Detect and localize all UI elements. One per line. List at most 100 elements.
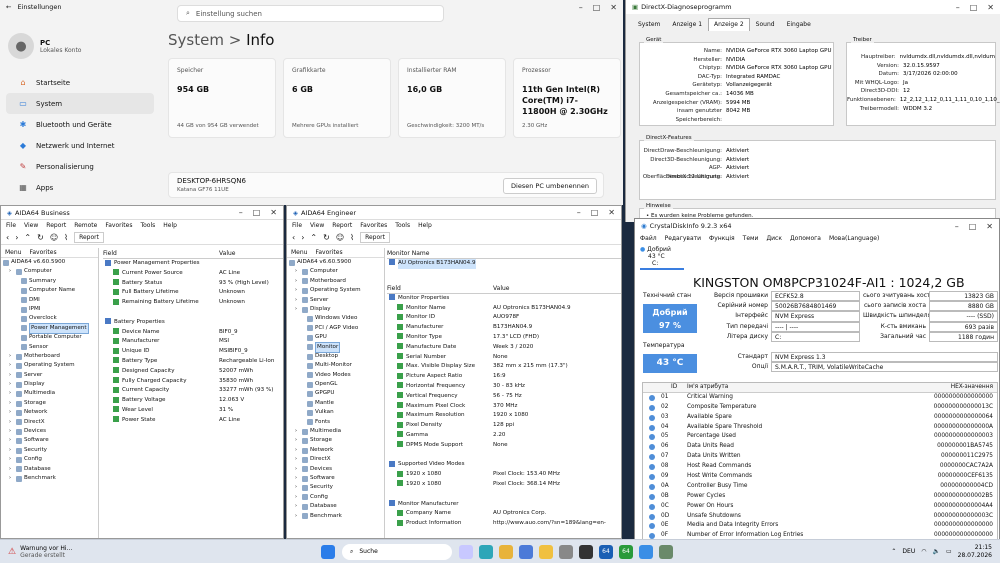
menu-help[interactable]: Help [418,222,432,229]
close-button[interactable]: ✕ [986,222,993,231]
up-icon[interactable]: ⌃ [310,233,317,242]
tree-item[interactable]: Multi-Monitor [289,361,384,370]
language-indicator[interactable]: DEU [902,548,915,555]
drive-selector[interactable]: ● Добрий 43 °C C: [640,246,684,270]
widgets-icon[interactable] [459,544,473,559]
minimize-button[interactable]: – [956,3,960,12]
tree-item[interactable]: Summary [3,277,98,286]
tree-item[interactable]: › Software [289,474,384,483]
tab-menu[interactable]: Menu [291,249,307,256]
tree-item[interactable]: GPGPU [289,389,384,398]
tree-item[interactable]: › Devices [289,465,384,474]
menu-remote[interactable]: Remote [74,222,97,229]
expand-icon[interactable]: › [295,286,300,295]
close-button[interactable]: ✕ [270,208,277,217]
tree-item[interactable]: › Network [3,408,98,417]
tree-item[interactable]: › Operating System [289,286,384,295]
menu-диск[interactable]: Диск [766,235,782,242]
expand-icon[interactable]: › [9,389,14,398]
tree-item[interactable]: Sensor [3,343,98,352]
start-icon[interactable] [321,544,335,559]
sidebar-item-apps[interactable]: ▦ Apps [6,177,154,198]
expand-icon[interactable]: › [295,427,300,436]
expand-icon[interactable]: › [295,436,300,445]
tree-item[interactable]: Mantle [289,399,384,408]
tree-item[interactable]: PCI / AGP Video [289,324,384,333]
tab-sound[interactable]: Sound [750,18,781,31]
wifi-icon[interactable]: ◠ [921,548,926,555]
volume-icon[interactable]: 🔈 [932,548,939,555]
tree-item[interactable]: AIDA64 v6.60.5900 [3,258,98,267]
tree-item[interactable]: Fonts [289,418,384,427]
tree-item[interactable]: Windows Video [289,314,384,323]
tree-item[interactable]: AIDA64 v6.60.5900 [289,258,384,267]
expand-icon[interactable]: › [9,465,14,474]
crystaldisk-taskbar-icon[interactable] [639,544,653,559]
refresh-icon[interactable]: ↻ [323,233,330,242]
expand-icon[interactable]: › [9,399,14,408]
expand-icon[interactable]: › [9,436,14,445]
tree-item[interactable]: Monitor [289,341,384,353]
tree-item[interactable]: › Motherboard [289,277,384,286]
dxdiag-taskbar-icon[interactable] [659,544,673,559]
menu-favorites[interactable]: Favorites [105,222,132,229]
expand-icon[interactable]: › [295,455,300,464]
chrome-icon[interactable] [499,544,513,559]
aida-taskbar-icon[interactable]: 64 [599,544,613,559]
tree-item[interactable]: › Network [289,446,384,455]
sidebar-item-personalisierung[interactable]: ✎ Personalisierung [6,156,154,177]
tree-item[interactable]: › Software [3,436,98,445]
menu-view[interactable]: View [310,222,324,229]
tree-item[interactable]: › Security [289,483,384,492]
tree-item[interactable]: Desktop [289,352,384,361]
expand-icon[interactable]: › [9,408,14,417]
tree-item[interactable]: › Server [289,296,384,305]
forward-icon[interactable]: › [301,233,304,242]
menu-файл[interactable]: Файл [640,235,657,242]
menu-редагувати[interactable]: Редагувати [665,235,701,242]
expand-icon[interactable]: › [9,455,14,464]
sidebar-item-startseite[interactable]: ⌂ Startseite [6,72,154,93]
menu-help[interactable]: Help [163,222,177,229]
maximize-button[interactable]: □ [970,3,978,12]
tab-system[interactable]: System [632,18,666,31]
tree-item[interactable]: › Devices [3,427,98,436]
expand-icon[interactable]: › [295,483,300,492]
edge-icon[interactable] [479,544,493,559]
sidebar-item-system[interactable]: ▭ System [6,93,154,114]
tab-menu[interactable]: Menu [5,249,21,256]
close-button[interactable]: ✕ [987,3,994,12]
store-icon[interactable] [519,544,533,559]
sidebar-item-netzwerk-und-internet[interactable]: ◆ Netzwerk und Internet [6,135,154,156]
tree-item[interactable]: › Display [3,380,98,389]
tree-item[interactable]: › Security [3,446,98,455]
back-icon[interactable]: ‹ [6,233,9,242]
tree-item[interactable]: › Display [289,305,384,314]
expand-icon[interactable]: › [9,267,14,276]
expand-icon[interactable]: › [295,446,300,455]
report-button[interactable]: Report [74,232,104,243]
menu-теми[interactable]: Теми [743,235,759,242]
expand-icon[interactable]: › [9,446,14,455]
tree-item[interactable]: Power Management [3,322,98,335]
tree-item[interactable]: › DirectX [3,418,98,427]
clock[interactable]: 21:15 28.07.2026 [958,544,992,560]
tree-item[interactable]: › Server [3,371,98,380]
tree-item[interactable]: Computer Name [3,286,98,295]
minimize-button[interactable]: – [955,222,959,231]
expand-icon[interactable]: › [295,296,300,305]
tree-item[interactable]: Video Modes [289,371,384,380]
tray-up-icon[interactable]: ⌃ [891,548,896,555]
tree-item[interactable]: › Config [289,493,384,502]
back-icon[interactable]: ‹ [292,233,295,242]
maximize-button[interactable]: □ [593,3,601,12]
settings-icon[interactable] [559,544,573,559]
aida-taskbar-icon-2[interactable]: 64 [619,544,633,559]
minimize-button[interactable]: – [239,208,243,217]
expand-icon[interactable]: › [9,427,14,436]
tree-item[interactable]: DMI [3,296,98,305]
tree-item[interactable]: › Database [3,465,98,474]
tree-item[interactable]: › Motherboard [3,352,98,361]
tree-item[interactable]: OpenGL [289,380,384,389]
maximize-button[interactable]: □ [253,208,261,217]
